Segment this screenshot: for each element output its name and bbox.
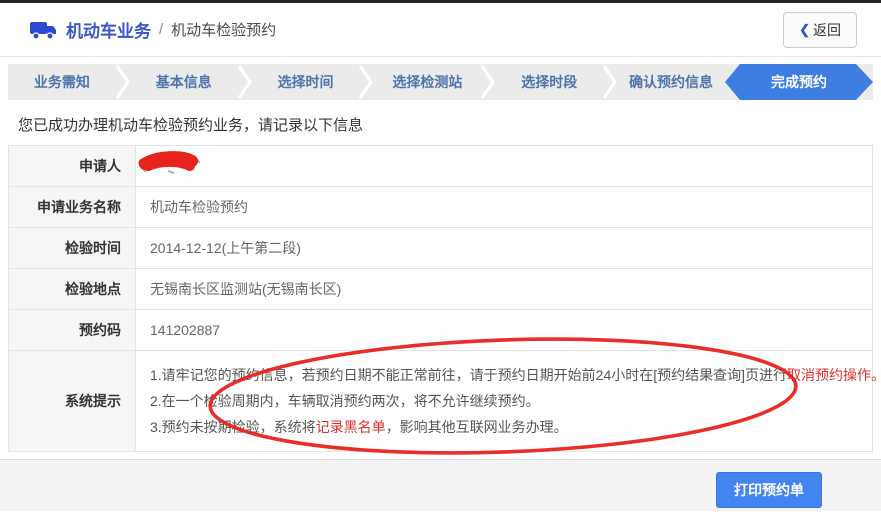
footer-bar: 打印预约单 bbox=[0, 459, 881, 511]
step-basic-info[interactable]: 基本信息 bbox=[130, 64, 238, 100]
applicant-value bbox=[135, 145, 873, 187]
success-message: 您已成功办理机动车检验预约业务，请记录以下信息 bbox=[18, 117, 364, 134]
step-separator-icon bbox=[481, 64, 496, 100]
tip-line-1: 1.请牢记您的预约信息，若预约日期不能正常前往，请于预约日期开始前24小时在[预… bbox=[150, 362, 881, 388]
tip-line-3: 3.预约未按期检验，系统将记录黑名单，影响其他互联网业务办理。 bbox=[150, 419, 568, 435]
table-row-system-tips: 系统提示 1.请牢记您的预约信息，若预约日期不能正常前往，请于预约日期开始前24… bbox=[8, 350, 881, 452]
truck-icon bbox=[30, 22, 56, 40]
step-progress-bar: 业务需知 基本信息 选择时间 选择检测站 选择时段 确认预约信息 完成预约 bbox=[8, 64, 873, 100]
tip-line-3-red: 记录黑名单 bbox=[315, 419, 386, 435]
back-button-label: 返回 bbox=[813, 21, 841, 38]
page-header: 机动车业务 / 机动车检验预约 ❮ 返回 bbox=[0, 3, 881, 57]
step-select-station[interactable]: 选择检测站 bbox=[373, 64, 481, 100]
table-row-booking-code: 预约码 141202887 bbox=[8, 309, 873, 351]
service-name-value: 机动车检验预约 bbox=[135, 186, 873, 228]
inspection-time-label: 检验时间 bbox=[8, 227, 136, 269]
booking-info-table: 申请人 申请业务名称 机动车检验预约 检验时间 2014-12-12(上午第二段… bbox=[8, 145, 881, 452]
step-separator-icon bbox=[359, 64, 374, 100]
service-name-label: 申请业务名称 bbox=[8, 186, 136, 228]
system-tips-content: 1.请牢记您的预约信息，若预约日期不能正常前往，请于预约日期开始前24小时在[预… bbox=[135, 350, 881, 452]
step-confirm-info[interactable]: 确认预约信息 bbox=[617, 64, 725, 100]
applicant-label: 申请人 bbox=[8, 145, 136, 187]
booking-code-label: 预约码 bbox=[8, 309, 136, 351]
back-button[interactable]: ❮ 返回 bbox=[783, 11, 857, 48]
tip-line-2: 2.在一个检验周期内，车辆取消预约两次，将不允许继续预约。 bbox=[150, 393, 540, 409]
step-select-period[interactable]: 选择时段 bbox=[495, 64, 603, 100]
table-row-service-name: 申请业务名称 机动车检验预约 bbox=[8, 186, 873, 228]
print-booking-button[interactable]: 打印预约单 bbox=[716, 472, 822, 508]
step-business-notice[interactable]: 业务需知 bbox=[8, 64, 116, 100]
inspection-place-label: 检验地点 bbox=[8, 268, 136, 310]
step-separator-icon bbox=[603, 64, 617, 100]
system-tips-label: 系统提示 bbox=[8, 350, 136, 452]
table-row-applicant: 申请人 bbox=[8, 145, 873, 187]
booking-code-value: 141202887 bbox=[135, 309, 873, 351]
tip-line-1-red: 取消预约操作。 bbox=[787, 367, 881, 383]
table-row-inspection-place: 检验地点 无锡南长区监测站(无锡南长区) bbox=[8, 268, 873, 310]
page-title: 机动车业务 bbox=[66, 22, 151, 41]
breadcrumb-divider: / bbox=[159, 21, 164, 38]
inspection-place-value: 无锡南长区监测站(无锡南长区) bbox=[135, 268, 873, 310]
step-complete-booking[interactable]: 完成预约 bbox=[725, 64, 873, 100]
inspection-time-value: 2014-12-12(上午第二段) bbox=[135, 227, 873, 269]
table-row-inspection-time: 检验时间 2014-12-12(上午第二段) bbox=[8, 227, 873, 269]
step-separator-icon bbox=[115, 64, 130, 100]
back-chevron-icon: ❮ bbox=[799, 21, 810, 37]
vehicle-booking-success-page: 机动车业务 / 机动车检验预约 ❮ 返回 业务需知 基本信息 选择时间 选择检测… bbox=[0, 0, 881, 514]
breadcrumb-current: 机动车检验预约 bbox=[171, 22, 277, 39]
step-separator-icon bbox=[237, 64, 252, 100]
step-select-time[interactable]: 选择时间 bbox=[252, 64, 360, 100]
